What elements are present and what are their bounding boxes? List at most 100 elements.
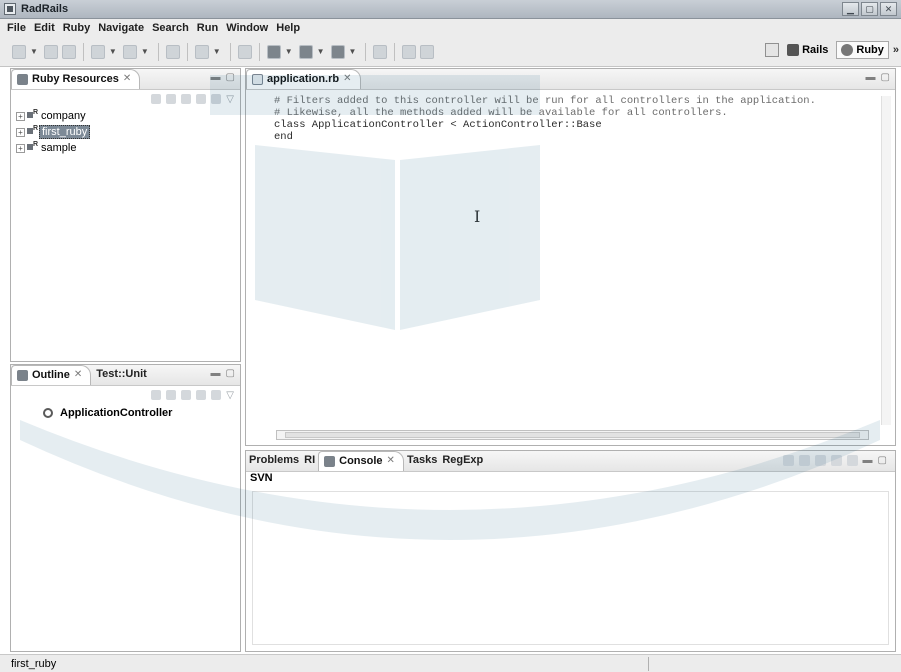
console-panel: Problems RI Console ✕ Tasks RegExp ▬ ▢ S… [245,450,896,652]
external-tools-icon[interactable] [330,44,345,59]
clear-console-icon[interactable] [782,455,794,466]
menu-search[interactable]: Search [148,22,193,34]
debug-dropdown-icon[interactable]: ▼ [285,47,293,56]
tab-application-rb[interactable]: application.rb ✕ [246,69,361,89]
save-icon[interactable] [43,44,58,59]
tree-item-label: sample [41,142,77,154]
tree-item-first-ruby[interactable]: + first_ruby [11,124,240,140]
editor-vertical-scrollbar[interactable] [881,96,891,425]
tab-regexp[interactable]: RegExp [440,451,486,471]
minimize-icon[interactable]: ▬ [211,368,221,379]
open-perspective-icon[interactable] [765,43,780,57]
ruby-perspective-button[interactable]: Ruby [836,41,889,59]
maximize-icon[interactable]: ▢ [881,72,890,83]
expand-icon[interactable]: + [16,127,25,137]
tab-problems[interactable]: Problems [246,451,302,471]
close-icon[interactable]: ✕ [74,369,82,380]
tab-outline[interactable]: Outline ✕ [11,365,92,385]
menu-ruby[interactable]: Ruby [59,22,95,34]
forward-icon[interactable] [166,94,177,104]
maximize-icon[interactable]: ▢ [226,72,235,83]
new-project-dropdown-icon[interactable]: ▼ [109,47,117,56]
tree-item-company[interactable]: + company [11,108,240,124]
tab-ri[interactable]: RI [302,451,318,471]
close-icon[interactable]: ✕ [343,73,351,84]
toolbar-separator [82,42,84,61]
view-menu-icon[interactable]: ▽ [226,390,234,401]
pin-console-icon[interactable] [814,455,826,466]
tab-console[interactable]: Console ✕ [318,451,404,471]
view-menu-icon[interactable]: ▽ [226,94,234,105]
toolbar-separator [394,42,396,61]
hide-local-icon[interactable] [211,390,222,400]
globe-icon[interactable] [420,44,435,59]
minimize-icon[interactable]: ▁ [842,2,859,16]
menu-edit[interactable]: Edit [30,22,59,34]
maximize-icon[interactable]: ▢ [861,2,878,16]
task-icon[interactable] [165,44,180,59]
server-icon[interactable] [402,44,417,59]
tree-item-sample[interactable]: + sample [11,140,240,156]
run-icon[interactable] [298,44,313,59]
tab-svn[interactable]: SVN [246,472,895,486]
outline-panel: Outline ✕ Test::Unit ▬ ▢ ▽ ApplicationCo… [10,364,241,652]
minimize-icon[interactable]: ▬ [211,72,221,83]
rails-perspective-label: Rails [802,44,829,56]
debug-icon[interactable] [266,44,281,59]
edit-icon[interactable] [237,44,252,59]
menu-run[interactable]: Run [193,22,222,34]
outline-item[interactable]: ApplicationController [11,404,240,422]
minimize-icon[interactable]: ▬ [866,72,876,83]
tab-tasks[interactable]: Tasks [404,451,440,471]
close-icon[interactable]: ✕ [880,2,897,16]
new-dropdown-icon[interactable]: ▼ [30,47,38,56]
expand-icon[interactable]: + [16,111,25,121]
new-icon[interactable] [12,44,26,59]
console-toolbar: ▬ ▢ [782,455,887,466]
run-dropdown-icon[interactable]: ▼ [317,47,325,56]
hide-static-icon[interactable] [181,390,192,400]
sort-icon[interactable] [151,390,162,400]
display-console-icon[interactable] [830,455,842,466]
new-project-icon[interactable] [90,44,105,59]
hide-nonpublic-icon[interactable] [196,390,207,400]
new-file-icon[interactable] [122,44,137,59]
close-icon[interactable]: ✕ [387,455,395,466]
menu-file[interactable]: File [3,22,30,34]
print-icon[interactable] [61,44,76,59]
tab-ruby-resources[interactable]: Ruby Resources ✕ [11,69,141,89]
maximize-icon[interactable]: ▢ [226,368,235,379]
ruby-resources-icon [17,74,28,85]
menu-help[interactable]: Help [272,22,304,34]
more-perspectives-icon[interactable]: » [893,44,899,56]
close-icon[interactable]: ✕ [123,73,131,84]
outline-tab-label: Outline [32,369,70,381]
search-dropdown-icon[interactable]: ▼ [213,47,221,56]
hide-fields-icon[interactable] [166,390,177,400]
view-controls: ▬ ▢ [211,72,235,83]
code-editor[interactable]: # Filters added to this controller will … [246,90,895,143]
code-line: class ApplicationController < ActionCont… [274,119,602,131]
external-tools-dropdown-icon[interactable]: ▼ [349,47,357,56]
collapse-all-icon[interactable] [196,94,207,104]
menu-window[interactable]: Window [222,22,272,34]
up-icon[interactable] [181,94,192,104]
rails-perspective-button[interactable]: Rails [783,42,832,58]
console-output[interactable] [252,491,889,645]
open-type-icon[interactable] [373,44,388,59]
tab-test-unit[interactable]: Test::Unit [91,365,155,385]
search-icon[interactable] [194,44,209,59]
link-editor-icon[interactable] [211,94,222,104]
open-console-icon[interactable] [846,455,858,466]
ruby-resources-tab-label: Ruby Resources [32,73,119,85]
minimize-icon[interactable]: ▬ [863,455,873,466]
scrollbar-thumb[interactable] [285,432,860,438]
new-file-dropdown-icon[interactable]: ▼ [141,47,149,56]
menu-navigate[interactable]: Navigate [94,22,148,34]
scroll-lock-icon[interactable] [798,455,810,466]
ruby-resources-header: Ruby Resources ✕ ▬ ▢ [11,69,240,90]
editor-horizontal-scrollbar[interactable] [276,430,869,440]
expand-icon[interactable]: + [16,143,25,153]
maximize-icon[interactable]: ▢ [878,455,887,466]
back-icon[interactable] [151,94,162,104]
